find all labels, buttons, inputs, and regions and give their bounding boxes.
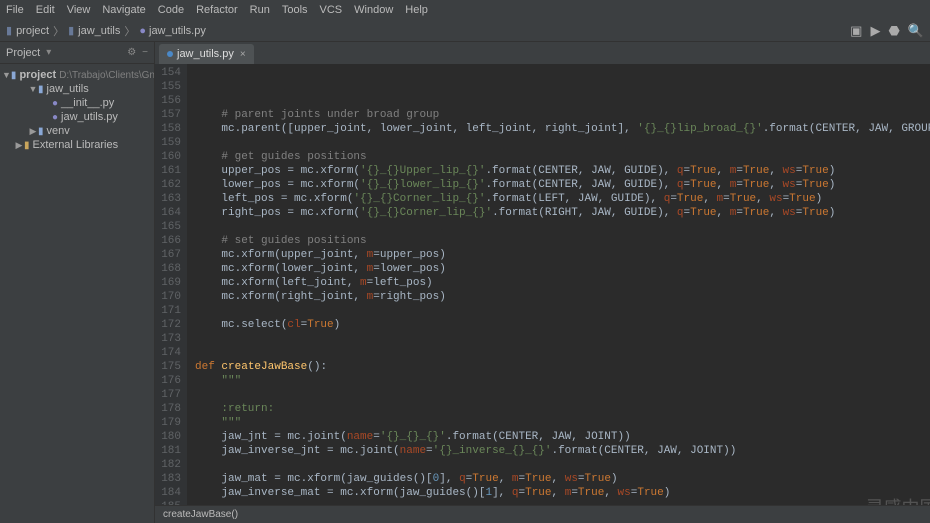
code-line[interactable]: [195, 94, 930, 108]
tree-root-path: D:\Trabajo\Clients\Gnomon\jaw_tutorial\p: [59, 70, 154, 81]
project-folder-icon: ▮: [6, 24, 12, 37]
tree-root[interactable]: ▼ ▮ project D:\Trabajo\Clients\Gnomon\ja…: [0, 68, 154, 82]
code-line[interactable]: mc.xform(right_joint, m=right_pos): [195, 290, 930, 304]
code-line[interactable]: # parent joints under broad group: [195, 108, 930, 122]
gutter: 1541551561571581591601611621631641651661…: [155, 64, 187, 505]
search-icon[interactable]: 🔍: [908, 23, 924, 39]
code-body[interactable]: # parent joints under broad group mc.par…: [187, 64, 930, 505]
project-panel-header: Project ▾ ⚙ −: [0, 42, 154, 64]
code-line[interactable]: mc.parent([upper_joint, lower_joint, lef…: [195, 122, 930, 136]
breadcrumb-project[interactable]: project: [16, 25, 49, 37]
chevron-right-icon: 〉: [124, 23, 135, 39]
tab-label: jaw_utils.py: [177, 48, 234, 60]
editor-tabs: jaw_utils.py ×: [155, 42, 930, 64]
menu-run[interactable]: Run: [250, 4, 270, 16]
code-line[interactable]: [195, 388, 930, 402]
code-editor[interactable]: 1541551561571581591601611621631641651661…: [155, 64, 930, 505]
modified-dot-icon: [167, 51, 173, 57]
menu-navigate[interactable]: Navigate: [102, 4, 145, 16]
tree-item-label: External Libraries: [33, 139, 119, 151]
chevron-down-icon[interactable]: ▾: [46, 47, 51, 58]
code-line[interactable]: """: [195, 416, 930, 430]
tree-item[interactable]: ●jaw_utils.py: [0, 110, 154, 124]
pkg-icon: ▮: [38, 84, 44, 95]
tree-root-label: project: [19, 69, 56, 81]
expand-icon[interactable]: ▼: [28, 84, 38, 94]
code-line[interactable]: [195, 500, 930, 505]
menu-file[interactable]: File: [6, 4, 24, 16]
expand-icon[interactable]: ▶: [14, 140, 24, 151]
code-line[interactable]: [195, 136, 930, 150]
code-line[interactable]: mc.select(cl=True): [195, 318, 930, 332]
menu-bar: File Edit View Navigate Code Refactor Ru…: [0, 0, 930, 20]
gear-icon[interactable]: ⚙: [127, 47, 136, 58]
code-line[interactable]: left_pos = mc.xform('{}_{}Corner_lip_{}'…: [195, 192, 930, 206]
project-icon: ▮: [11, 70, 17, 81]
close-icon[interactable]: ×: [240, 49, 246, 60]
code-line[interactable]: upper_pos = mc.xform('{}_{}Upper_lip_{}'…: [195, 164, 930, 178]
code-line[interactable]: """: [195, 374, 930, 388]
tree-item[interactable]: ▼▮jaw_utils: [0, 82, 154, 96]
tree-item[interactable]: ●__init__.py: [0, 96, 154, 110]
editor-breadcrumb: createJawBase(): [155, 505, 930, 523]
code-line[interactable]: jaw_inverse_jnt = mc.joint(name='{}_inve…: [195, 444, 930, 458]
code-line[interactable]: [195, 332, 930, 346]
tree-item[interactable]: ▶▮venv: [0, 124, 154, 138]
project-tree[interactable]: ▼ ▮ project D:\Trabajo\Clients\Gnomon\ja…: [0, 64, 154, 523]
breadcrumb-file[interactable]: jaw_utils.py: [149, 25, 206, 37]
debug-icon[interactable]: ⬣: [888, 23, 899, 39]
tree-item[interactable]: ▶▮External Libraries: [0, 138, 154, 152]
menu-window[interactable]: Window: [354, 4, 393, 16]
menu-help[interactable]: Help: [405, 4, 428, 16]
code-line[interactable]: [195, 220, 930, 234]
code-line[interactable]: mc.xform(left_joint, m=left_pos): [195, 276, 930, 290]
build-icon[interactable]: ▣: [850, 23, 862, 39]
tree-item-label: __init__.py: [61, 97, 114, 109]
code-line[interactable]: [195, 458, 930, 472]
navigation-bar: ▮ project 〉 ▮ jaw_utils 〉 ● jaw_utils.py…: [0, 20, 930, 42]
code-line[interactable]: jaw_jnt = mc.joint(name='{}_{}_{}'.forma…: [195, 430, 930, 444]
menu-edit[interactable]: Edit: [36, 4, 55, 16]
tree-item-label: jaw_utils.py: [61, 111, 118, 123]
expand-icon[interactable]: ▶: [28, 126, 38, 137]
code-line[interactable]: def createJawBase():: [195, 360, 930, 374]
py-icon: ●: [52, 112, 58, 123]
code-line[interactable]: mc.xform(upper_joint, m=upper_pos): [195, 248, 930, 262]
code-line[interactable]: jaw_inverse_mat = mc.xform(jaw_guides()[…: [195, 486, 930, 500]
package-icon: ▮: [68, 24, 74, 37]
code-line[interactable]: [195, 304, 930, 318]
code-line[interactable]: right_pos = mc.xform('{}_{}Corner_lip_{}…: [195, 206, 930, 220]
project-panel-title[interactable]: Project: [6, 47, 40, 59]
expand-icon[interactable]: ▼: [2, 70, 11, 80]
editor-tab-jaw-utils[interactable]: jaw_utils.py ×: [159, 44, 254, 64]
chevron-right-icon: 〉: [53, 23, 64, 39]
collapse-icon[interactable]: −: [142, 47, 148, 58]
menu-code[interactable]: Code: [158, 4, 184, 16]
tree-item-label: venv: [47, 125, 70, 137]
code-line[interactable]: # set guides positions: [195, 234, 930, 248]
menu-vcs[interactable]: VCS: [320, 4, 343, 16]
lib-icon: ▮: [24, 140, 30, 151]
breadcrumb-function[interactable]: createJawBase(): [163, 509, 238, 520]
menu-tools[interactable]: Tools: [282, 4, 308, 16]
run-icon[interactable]: ▶: [870, 23, 880, 39]
code-line[interactable]: jaw_mat = mc.xform(jaw_guides()[0], q=Tr…: [195, 472, 930, 486]
py-icon: ●: [52, 98, 58, 109]
editor: jaw_utils.py × 1541551561571581591601611…: [155, 42, 930, 523]
menu-view[interactable]: View: [67, 4, 91, 16]
code-line[interactable]: [195, 346, 930, 360]
python-file-icon: ●: [139, 25, 146, 37]
breadcrumb-package[interactable]: jaw_utils: [78, 25, 120, 37]
menu-refactor[interactable]: Refactor: [196, 4, 238, 16]
code-line[interactable]: lower_pos = mc.xform('{}_{}lower_lip_{}'…: [195, 178, 930, 192]
code-line[interactable]: # get guides positions: [195, 150, 930, 164]
code-line[interactable]: :return:: [195, 402, 930, 416]
pkg-icon: ▮: [38, 126, 44, 137]
code-line[interactable]: mc.xform(lower_joint, m=lower_pos): [195, 262, 930, 276]
project-tool-window: Project ▾ ⚙ − ▼ ▮ project D:\Trabajo\Cli…: [0, 42, 155, 523]
tree-item-label: jaw_utils: [47, 83, 89, 95]
